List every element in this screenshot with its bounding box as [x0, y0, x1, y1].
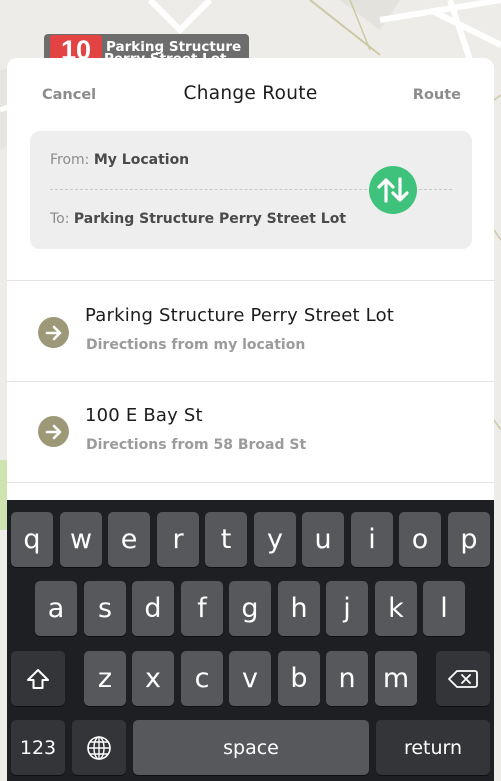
shift-icon — [27, 668, 49, 689]
key-j[interactable]: j — [326, 581, 368, 636]
delete-key[interactable] — [436, 651, 490, 706]
from-value: My Location — [93, 152, 190, 168]
suggestion-subtitle: Directions from my location — [86, 337, 306, 353]
key-e[interactable]: e — [108, 512, 150, 567]
space-key[interactable]: space — [133, 720, 369, 775]
key-c[interactable]: c — [181, 651, 223, 706]
change-route-sheet: Cancel Change Route Route From: My Locat… — [7, 58, 494, 508]
key-g[interactable]: g — [229, 581, 271, 636]
key-h[interactable]: h — [278, 581, 320, 636]
map-pin-title: Parking Structure — [106, 39, 242, 55]
key-r[interactable]: r — [157, 512, 199, 567]
globe-key[interactable] — [72, 720, 126, 775]
delete-icon — [448, 669, 478, 688]
key-v[interactable]: v — [229, 651, 271, 706]
key-x[interactable]: x — [132, 651, 174, 706]
nav-bar: Cancel Change Route Route — [7, 58, 494, 130]
suggestion-name: 100 E Bay St — [85, 405, 203, 426]
from-label: From: — [50, 152, 90, 168]
key-t[interactable]: t — [205, 512, 247, 567]
swap-vertical-icon — [377, 177, 409, 203]
key-o[interactable]: o — [399, 512, 441, 567]
key-p[interactable]: p — [448, 512, 490, 567]
separator — [7, 482, 494, 483]
key-u[interactable]: u — [302, 512, 344, 567]
suggestion-item[interactable]: 100 E Bay St Directions from 58 Broad St — [7, 382, 494, 482]
key-y[interactable]: y — [254, 512, 296, 567]
swap-button[interactable] — [369, 166, 417, 214]
to-field[interactable]: To: Parking Structure Perry Street Lot — [50, 211, 346, 227]
suggestion-item[interactable]: Parking Structure Perry Street Lot Direc… — [7, 281, 494, 381]
key-i[interactable]: i — [351, 512, 393, 567]
key-s[interactable]: s — [84, 581, 126, 636]
arrow-right-icon — [38, 317, 69, 348]
return-key[interactable]: return — [376, 720, 490, 775]
keyboard: q w e r t y u i o p a s d f g h j k l z … — [7, 500, 494, 781]
suggestion-name: Parking Structure Perry Street Lot — [85, 305, 395, 326]
key-w[interactable]: w — [60, 512, 102, 567]
key-a[interactable]: a — [35, 581, 77, 636]
numbers-key[interactable]: 123 — [11, 720, 65, 775]
key-k[interactable]: k — [375, 581, 417, 636]
to-label: To: — [50, 211, 70, 227]
key-b[interactable]: b — [278, 651, 320, 706]
key-m[interactable]: m — [375, 651, 417, 706]
key-l[interactable]: l — [423, 581, 465, 636]
route-box: From: My Location To: Parking Structure … — [30, 131, 472, 249]
arrow-right-icon — [38, 416, 69, 447]
suggestion-subtitle: Directions from 58 Broad St — [86, 437, 307, 453]
key-q[interactable]: q — [11, 512, 53, 567]
globe-icon — [87, 735, 111, 760]
key-z[interactable]: z — [84, 651, 126, 706]
shift-key[interactable] — [11, 651, 65, 706]
key-f[interactable]: f — [181, 581, 223, 636]
key-d[interactable]: d — [132, 581, 174, 636]
route-button[interactable]: Route — [413, 87, 461, 103]
from-field[interactable]: From: My Location — [50, 152, 189, 168]
to-value: Parking Structure Perry Street Lot — [73, 211, 347, 227]
key-n[interactable]: n — [326, 651, 368, 706]
